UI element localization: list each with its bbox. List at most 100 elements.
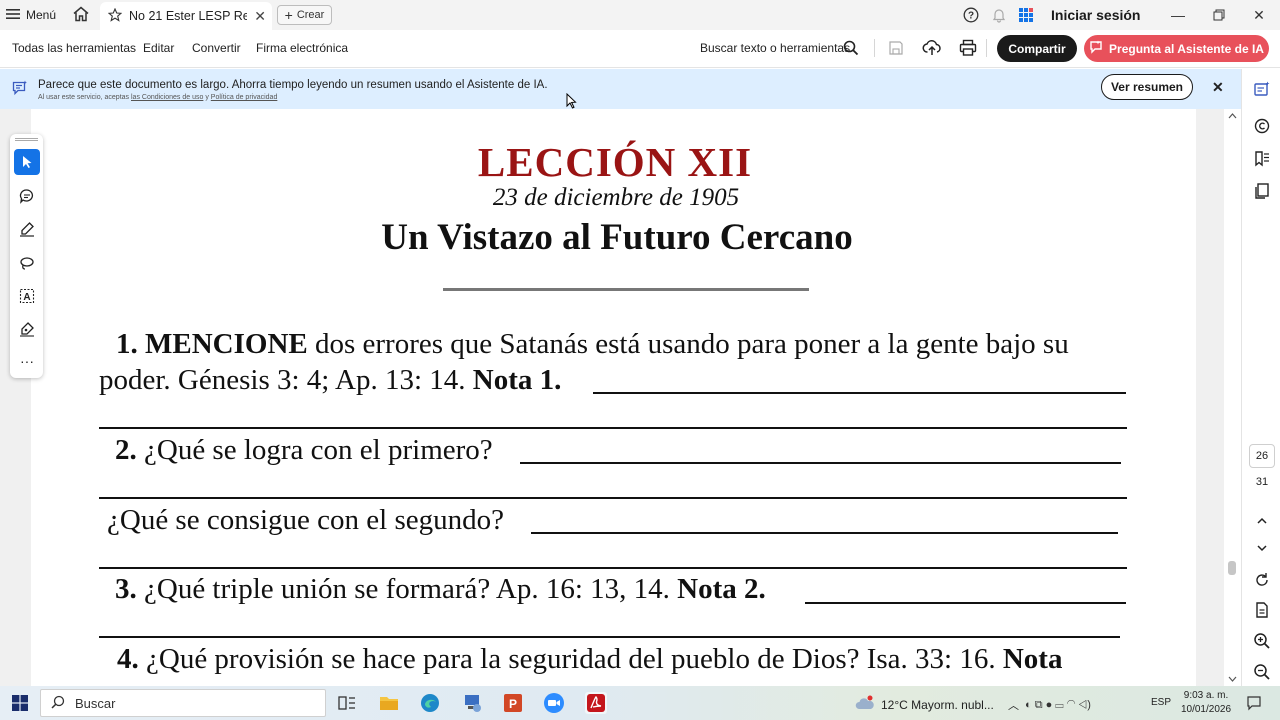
banner-terms-prefix: Al usar este servicio, aceptas bbox=[38, 94, 130, 101]
next-page-icon[interactable] bbox=[1253, 539, 1271, 557]
terms-link[interactable]: las Condiciones de uso bbox=[131, 94, 203, 101]
svg-text:P: P bbox=[509, 697, 517, 711]
refresh-icon[interactable] bbox=[1253, 571, 1271, 589]
bookmarks-panel-icon[interactable] bbox=[1253, 150, 1271, 168]
input-language[interactable]: ESP bbox=[1151, 697, 1171, 708]
clock-date: 10/01/2026 bbox=[1180, 704, 1232, 715]
ai-assistant-button[interactable]: Pregunta al Asistente de IA bbox=[1084, 35, 1269, 62]
right-panel-rail: 26 31 bbox=[1241, 69, 1280, 686]
scroll-thumb[interactable] bbox=[1228, 561, 1236, 575]
current-page-input[interactable]: 26 bbox=[1249, 444, 1275, 468]
menu-button[interactable]: Menú bbox=[6, 5, 56, 25]
banner-terms-and: y bbox=[205, 94, 209, 101]
minimize-icon[interactable]: — bbox=[1167, 4, 1189, 26]
draw-lasso-icon[interactable] bbox=[14, 250, 40, 276]
question-3: 3. ¿Qué triple unión se formará? Ap. 16:… bbox=[115, 573, 766, 606]
comments-panel-icon[interactable] bbox=[1253, 117, 1271, 135]
tray-icons[interactable]: ◐ ⧉ ● ▭ ◠ ◁) bbox=[1025, 699, 1091, 712]
select-tool-icon[interactable] bbox=[14, 149, 40, 175]
question-1-number: 1. bbox=[116, 328, 138, 360]
answer-line bbox=[99, 636, 1120, 638]
comment-tool-icon[interactable] bbox=[14, 183, 40, 209]
ai-assistant-label: Pregunta al Asistente de IA bbox=[1109, 41, 1264, 56]
print-icon[interactable] bbox=[959, 39, 977, 57]
network-app-icon[interactable] bbox=[461, 692, 483, 714]
banner-terms: Al usar este servicio, aceptas las Condi… bbox=[38, 94, 277, 101]
search-icon[interactable] bbox=[843, 40, 859, 56]
zoom-in-icon[interactable] bbox=[1253, 632, 1271, 650]
cloud-upload-icon[interactable] bbox=[922, 39, 942, 57]
question-1-note: Nota 1. bbox=[472, 364, 562, 396]
powerpoint-icon[interactable]: P bbox=[502, 692, 524, 714]
pages-panel-icon[interactable] bbox=[1253, 182, 1271, 200]
menu-all-tools[interactable]: Todas las herramientas bbox=[12, 41, 136, 55]
system-clock[interactable]: 9:03 a. m. 10/01/2026 bbox=[1178, 689, 1234, 717]
plus-icon: + bbox=[284, 7, 293, 23]
question-2: 2. ¿Qué se logra con el primero? bbox=[115, 434, 493, 467]
edge-browser-icon[interactable] bbox=[419, 692, 441, 714]
scroll-down-icon[interactable] bbox=[1228, 676, 1237, 682]
view-summary-button[interactable]: Ver resumen bbox=[1101, 74, 1193, 100]
help-icon[interactable]: ? bbox=[963, 7, 979, 23]
question-1-text: dos errores que Satanás está usando para… bbox=[314, 328, 1069, 360]
menu-edit[interactable]: Editar bbox=[143, 41, 174, 55]
save-icon[interactable] bbox=[888, 40, 904, 56]
ai-summary-panel-icon[interactable] bbox=[1253, 81, 1271, 99]
drag-handle[interactable] bbox=[15, 138, 38, 141]
answer-line bbox=[99, 567, 1127, 569]
taskbar-search-box[interactable]: Buscar bbox=[40, 689, 326, 717]
zoom-app-icon[interactable] bbox=[543, 692, 565, 714]
highlight-pen-icon[interactable] bbox=[14, 216, 40, 242]
question-1-line2: poder. Génesis 3: 4; Ap. 13: 14. Nota 1. bbox=[99, 364, 561, 397]
taskbar-search-placeholder: Buscar bbox=[75, 695, 116, 711]
sign-tool-icon[interactable] bbox=[14, 316, 40, 342]
windows-taskbar: Buscar P 12°C Mayorm. nubl... ︿ ◐ ⧉ ● ▭ … bbox=[0, 686, 1280, 720]
weather-text: 12°C Mayorm. nubl... bbox=[881, 697, 994, 712]
previous-page-icon[interactable] bbox=[1253, 512, 1271, 530]
tab-document[interactable]: No 21 Ester LESP Re... ✕ bbox=[100, 2, 272, 30]
menu-esign[interactable]: Firma electrónica bbox=[256, 41, 348, 55]
zoom-out-icon[interactable] bbox=[1253, 663, 1271, 681]
close-window-icon[interactable]: ✕ bbox=[1248, 4, 1270, 26]
tab-close-icon[interactable]: ✕ bbox=[254, 8, 266, 25]
text-box-icon[interactable]: A bbox=[14, 283, 40, 309]
toolbar-divider bbox=[874, 39, 875, 57]
windows-start-icon[interactable] bbox=[12, 695, 28, 711]
more-tools-icon[interactable]: ··· bbox=[14, 348, 40, 374]
banner-close-icon[interactable]: ✕ bbox=[1212, 79, 1224, 96]
task-view-icon[interactable] bbox=[336, 692, 358, 714]
notification-icon[interactable] bbox=[1246, 695, 1262, 711]
lesson-date: 23 de diciembre de 1905 bbox=[492, 184, 740, 211]
weather-widget[interactable]: 12°C Mayorm. nubl... bbox=[855, 695, 994, 714]
scroll-up-icon[interactable] bbox=[1228, 113, 1237, 119]
answer-line bbox=[805, 602, 1126, 604]
question-3-text: ¿Qué triple unión se formará? Ap. 16: 13… bbox=[144, 573, 670, 605]
ai-summary-icon bbox=[12, 80, 28, 96]
file-explorer-icon[interactable] bbox=[378, 692, 400, 714]
tray-chevron-icon[interactable]: ︿ bbox=[1008, 697, 1019, 713]
create-button[interactable]: + Crear bbox=[277, 5, 332, 25]
search-tools-label[interactable]: Buscar texto o herramientas bbox=[700, 41, 850, 55]
acrobat-icon[interactable] bbox=[585, 692, 607, 714]
question-3-note: Nota 2. bbox=[677, 573, 766, 605]
apps-grid-icon[interactable] bbox=[1018, 7, 1034, 23]
question-4-number: 4. bbox=[117, 643, 139, 675]
page-info-icon[interactable] bbox=[1253, 601, 1271, 619]
lesson-title: Un Vistazo al Futuro Cercano bbox=[381, 217, 853, 258]
restore-icon[interactable] bbox=[1208, 4, 1230, 26]
question-4-text: ¿Qué provisión se hace para la seguridad… bbox=[146, 643, 996, 675]
home-icon[interactable] bbox=[72, 5, 94, 25]
answer-line bbox=[531, 532, 1118, 534]
privacy-link[interactable]: Política de privacidad bbox=[211, 94, 278, 101]
title-divider bbox=[443, 288, 809, 291]
question-2-text: ¿Qué se logra con el primero? bbox=[144, 434, 493, 466]
answer-line bbox=[99, 427, 1127, 429]
svg-text:?: ? bbox=[968, 11, 974, 22]
cloud-weather-icon bbox=[855, 695, 875, 714]
question-2-number: 2. bbox=[115, 434, 137, 466]
star-icon[interactable] bbox=[107, 7, 123, 25]
menu-convert[interactable]: Convertir bbox=[192, 41, 241, 55]
share-button[interactable]: Compartir bbox=[997, 35, 1077, 62]
signin-button[interactable]: Iniciar sesión bbox=[1051, 7, 1140, 23]
bell-icon[interactable] bbox=[991, 7, 1007, 23]
